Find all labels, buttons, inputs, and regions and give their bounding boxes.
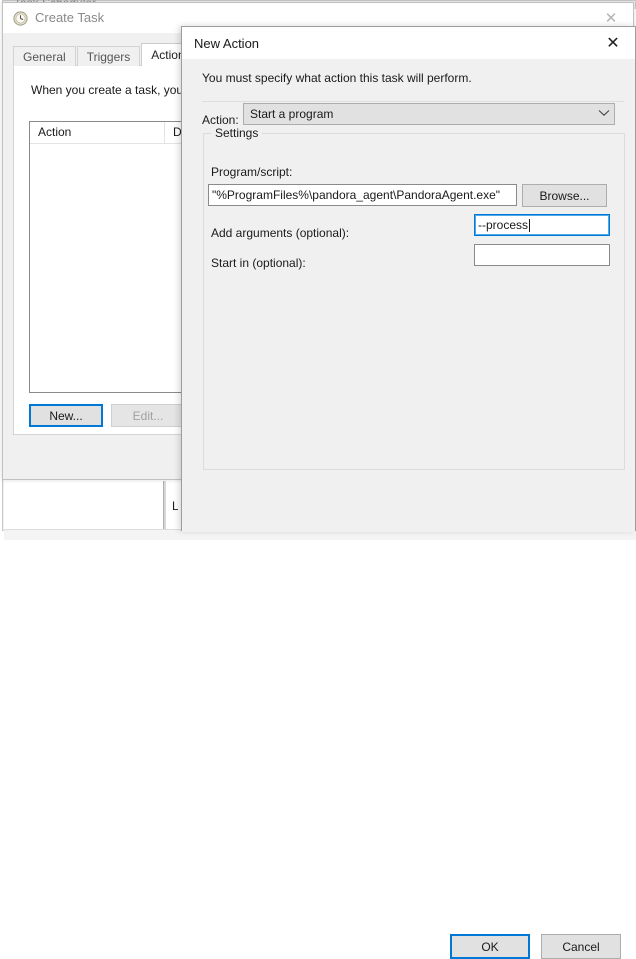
add-arguments-input[interactable]: --process	[474, 214, 610, 236]
add-arguments-label: Add arguments (optional):	[211, 226, 350, 240]
cancel-button[interactable]: Cancel	[541, 934, 621, 959]
program-script-input[interactable]: "%ProgramFiles%\pandora_agent\PandoraAge…	[208, 184, 517, 206]
chevron-down-icon	[594, 109, 614, 119]
program-script-label: Program/script:	[211, 165, 293, 179]
desktop-root: L Task Scheduler Create Task ✕ General T…	[0, 0, 636, 959]
tab-triggers[interactable]: Triggers	[76, 46, 141, 66]
column-header-action[interactable]: Action	[30, 122, 165, 143]
new-action-footer: OK Cancel	[182, 476, 635, 959]
divider	[202, 101, 624, 102]
task-scheduler-partial-button-label[interactable]: L	[172, 499, 178, 513]
action-label: Action:	[202, 113, 239, 127]
new-action-dialog: New Action ✕ You must specify what actio…	[181, 26, 636, 959]
tab-general[interactable]: General	[13, 46, 76, 66]
settings-groupbox-title: Settings	[211, 126, 263, 140]
ok-button[interactable]: OK	[450, 934, 530, 959]
clock-icon	[13, 11, 28, 26]
create-task-title: Create Task	[35, 10, 105, 25]
start-in-label: Start in (optional):	[211, 256, 306, 270]
action-select-value: Start a program	[250, 107, 334, 121]
text-caret	[529, 218, 531, 232]
new-action-title: New Action	[194, 36, 260, 51]
create-task-description: When you create a task, you	[31, 83, 184, 97]
new-action-instruction: You must specify what action this task w…	[202, 71, 472, 85]
start-in-input[interactable]	[474, 244, 610, 266]
new-button[interactable]: New...	[29, 404, 103, 427]
add-arguments-value: --process	[478, 218, 529, 232]
action-select[interactable]: Start a program	[243, 103, 615, 125]
create-task-list-buttons: New... Edit...	[29, 404, 185, 427]
edit-button: Edit...	[111, 404, 185, 427]
browse-button[interactable]: Browse...	[522, 184, 607, 207]
close-icon[interactable]: ✕	[591, 27, 635, 58]
new-action-titlebar[interactable]: New Action ✕	[182, 27, 635, 59]
